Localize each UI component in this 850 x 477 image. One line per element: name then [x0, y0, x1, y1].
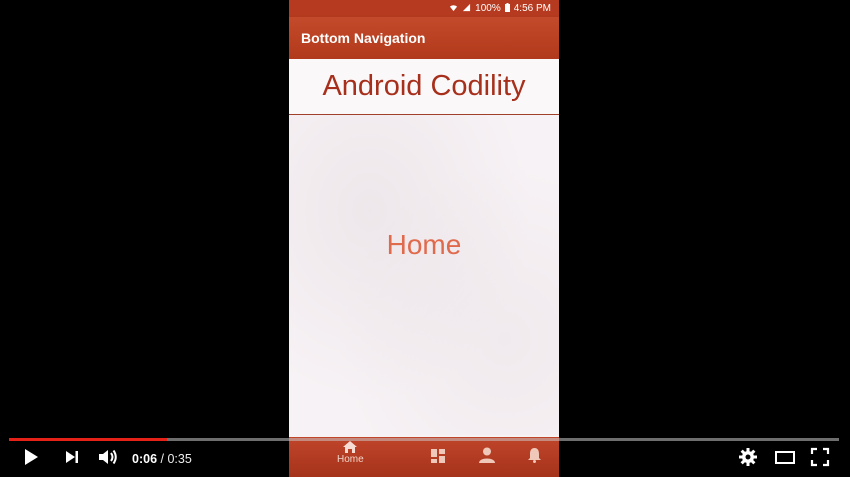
app-bar: Bottom Navigation [289, 17, 559, 59]
battery-icon [504, 3, 510, 14]
phone-screen: 100% 4:56 PM Bottom Navigation Android C… [289, 0, 559, 477]
theater-mode-button[interactable] [774, 447, 796, 472]
current-time: 0:06 [132, 452, 158, 466]
fullscreen-button[interactable] [810, 447, 830, 472]
status-time: 4:56 PM [513, 3, 551, 14]
video-stage: 100% 4:56 PM Bottom Navigation Android C… [0, 0, 850, 477]
player-controls: 0:06 / 0:35 [0, 441, 850, 477]
page-label: Home [386, 229, 462, 260]
signal-icon [462, 3, 471, 14]
app-title: Bottom Navigation [301, 30, 426, 46]
volume-button[interactable] [97, 447, 119, 472]
gear-icon [738, 447, 758, 472]
status-bar: 100% 4:56 PM [289, 0, 559, 17]
time-separator: / [157, 452, 168, 466]
play-button[interactable] [22, 447, 40, 472]
next-button[interactable] [63, 447, 81, 472]
brand-title: Android Codility [322, 70, 526, 102]
volume-icon [97, 447, 119, 472]
skip-next-icon [63, 447, 81, 472]
battery-percent: 100% [475, 3, 501, 14]
content-area: Home [289, 115, 559, 435]
brand-header: Android Codility [289, 59, 559, 115]
time-display: 0:06 / 0:35 [132, 452, 192, 466]
wifi-icon [449, 3, 458, 14]
duration: 0:35 [167, 452, 192, 466]
settings-button[interactable] [738, 447, 758, 472]
fullscreen-icon [810, 447, 830, 472]
theater-mode-icon [774, 447, 796, 472]
play-icon [22, 447, 40, 472]
